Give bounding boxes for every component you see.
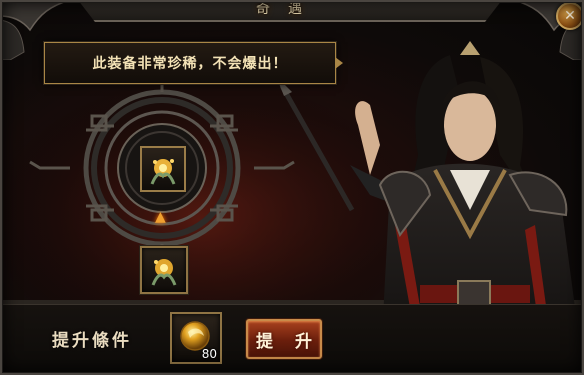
glowing-talisman-icon — [151, 259, 177, 286]
encounter-window: 奇遇 ✕ 此装备非常珍稀，不会爆出！ ▲ 提升條件 80 提 升 — [0, 0, 584, 375]
notice-pointer — [335, 57, 343, 69]
upgrade-condition-label: 提升條件 — [52, 331, 132, 351]
upgrade-button-label: 提 升 — [256, 331, 320, 352]
target-item-slot[interactable] — [140, 146, 186, 192]
notice-text: 此装备非常珍稀，不会爆出！ — [92, 56, 288, 72]
close-button[interactable]: ✕ — [556, 2, 584, 30]
close-icon: ✕ — [564, 8, 576, 24]
material-slot[interactable]: 80 — [170, 312, 222, 364]
up-arrow-icon: ▲ — [155, 209, 166, 225]
glowing-talisman-icon — [150, 159, 176, 185]
rarity-notice: 此装备非常珍稀，不会爆出！ — [44, 42, 343, 84]
material-count: 80 — [201, 347, 217, 361]
upgrade-button[interactable]: 提 升 — [246, 319, 322, 359]
current-item-slot[interactable] — [140, 246, 188, 294]
window-title: 奇遇 — [256, 1, 320, 17]
